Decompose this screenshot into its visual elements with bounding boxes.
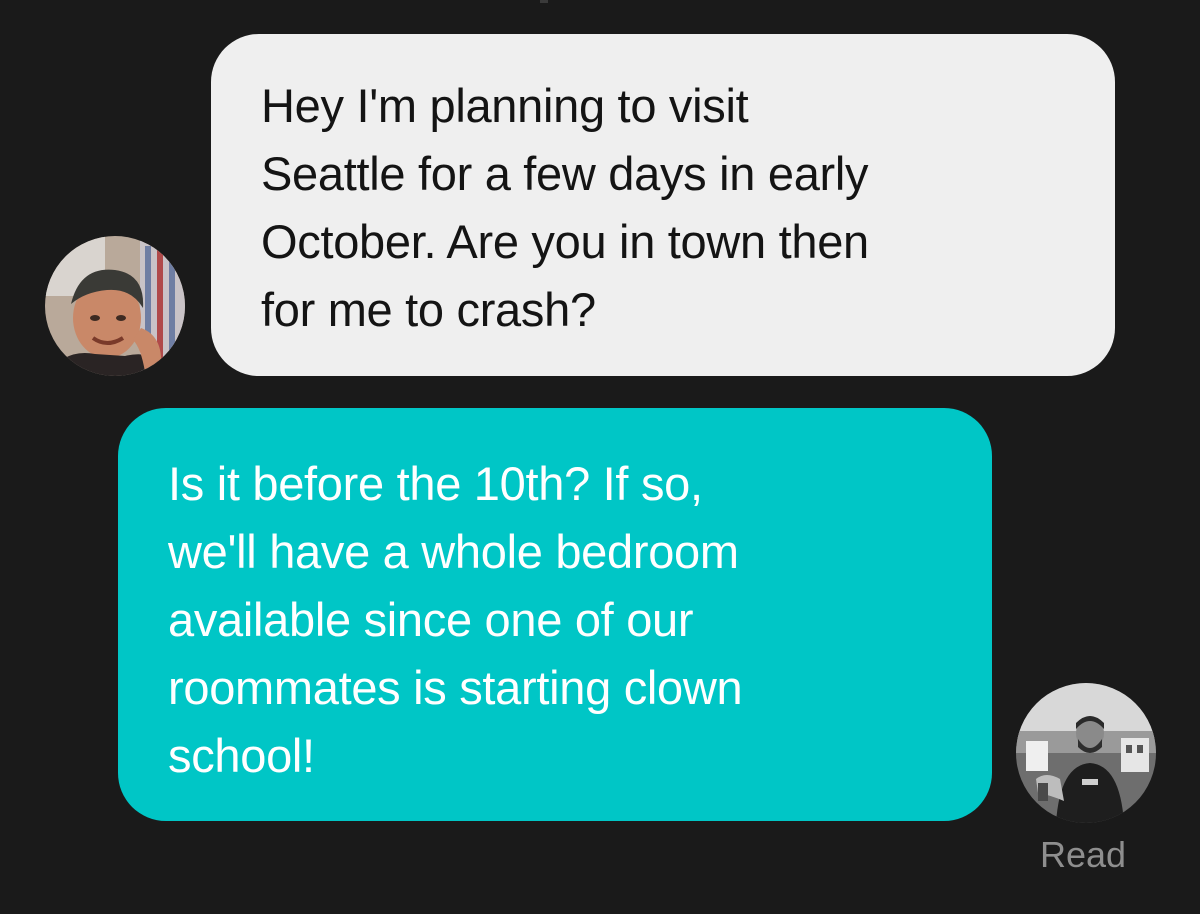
message-line: school! (168, 729, 315, 782)
message-line: available since one of our (168, 593, 694, 646)
read-receipt: Read (1040, 834, 1127, 875)
chat-thread: Hey I'm planning to visit Seattle for a … (0, 0, 1200, 914)
message-line: Hey I'm planning to visit (261, 79, 749, 132)
scroll-indicator (540, 0, 548, 3)
sender-avatar[interactable] (45, 236, 185, 376)
message-line: Is it before the 10th? If so, (168, 457, 703, 510)
outgoing-message-bubble[interactable]: Is it before the 10th? If so, we'll have… (118, 408, 992, 821)
recipient-avatar[interactable] (1016, 683, 1156, 823)
message-line: Seattle for a few days in early (261, 147, 869, 200)
message-line: October. Are you in town then (261, 215, 869, 268)
message-line: roommates is starting clown (168, 661, 743, 714)
message-line: for me to crash? (261, 283, 596, 336)
message-line: we'll have a whole bedroom (168, 525, 739, 578)
sender-avatar-photo (45, 236, 185, 376)
recipient-avatar-photo (1016, 683, 1156, 823)
incoming-message-bubble[interactable]: Hey I'm planning to visit Seattle for a … (211, 34, 1115, 376)
